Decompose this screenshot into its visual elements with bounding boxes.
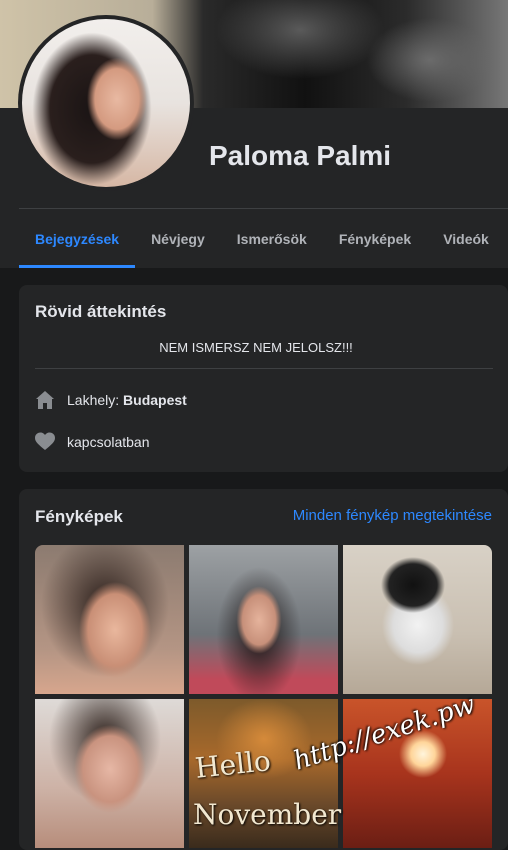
tab-videos[interactable]: Videók [427,210,505,268]
photos-title: Fényképek [35,507,123,526]
avatar[interactable] [22,19,190,187]
profile-name: Paloma Palmi [209,140,392,171]
info-lives-in: Lakhely: Budapest [35,390,187,410]
home-icon [35,390,55,410]
see-all-photos-link[interactable]: Minden fénykép megtekintése [293,507,492,524]
info-relationship: kapcsolatban [35,432,150,452]
bio-text: NEM ISMERSZ NEM JELOLSZ!!! [159,340,353,355]
intro-card: Rövid áttekintés NEM ISMERSZ NEM JELOLSZ… [19,285,508,472]
intro-title: Rövid áttekintés [35,302,167,321]
photo-thumbnail[interactable] [35,699,184,848]
heart-icon [35,432,55,452]
tab-photos[interactable]: Fényképek [323,210,427,268]
bio-divider [35,368,493,369]
lives-city[interactable]: Budapest [123,392,187,408]
lives-label: Lakhely: [67,392,120,408]
header-divider [19,208,508,209]
tab-friends[interactable]: Ismerősök [221,210,323,268]
relationship-status: kapcsolatban [67,434,150,450]
tab-about[interactable]: Névjegy [135,210,221,268]
photo-thumbnail[interactable] [35,545,184,694]
photo-overlay-november: November [193,798,342,831]
avatar-frame[interactable] [18,15,194,191]
tab-posts[interactable]: Bejegyzések [19,210,136,268]
profile-tabs: Bejegyzések Névjegy Ismerősök Fényképek … [19,210,505,268]
photo-thumbnail[interactable] [343,545,492,694]
photo-thumbnail[interactable] [189,545,338,694]
photos-card: Fényképek Minden fénykép megtekintése [19,489,508,850]
